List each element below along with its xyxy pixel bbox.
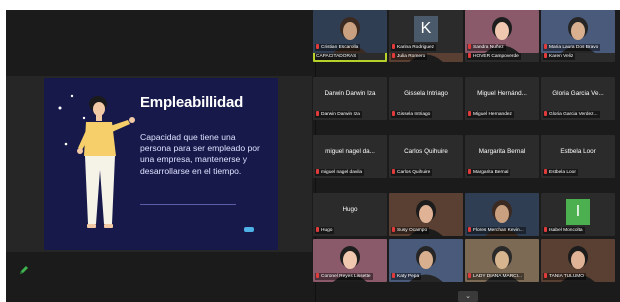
participant-display-name: Margarita Bernal <box>478 148 526 155</box>
participant-tile[interactable]: TANIA TULUMO <box>541 239 615 282</box>
participant-display-name: Gissela Intriago <box>404 90 448 97</box>
muted-mic-icon <box>544 111 547 116</box>
participant-name-label: Maria Laura Dos Bravo <box>543 44 601 51</box>
slide-underline <box>140 204 236 205</box>
more-participants-button[interactable]: ⌄ <box>458 291 478 302</box>
participant-tile[interactable]: Maria Laura Dos Bravo <box>541 10 615 53</box>
muted-mic-icon <box>468 273 471 278</box>
muted-mic-icon <box>544 169 547 174</box>
muted-mic-icon <box>392 111 395 116</box>
slide-title: Empleabillidad <box>140 94 244 111</box>
participant-name-label: Isabel Moncolta <box>543 227 585 234</box>
participant-name-label: Miguel Hernandez <box>467 111 514 118</box>
shared-screen: Empleabillidad Capacidad que tiene una p… <box>6 76 312 252</box>
participant-tile[interactable]: Estbela Loor Estbela Loor <box>541 135 615 178</box>
presentation-slide: Empleabillidad Capacidad que tiene una p… <box>44 78 278 250</box>
participant-tile[interactable]: Susy Ocampo <box>389 193 463 236</box>
participant-name-label: Estbela Loor <box>543 169 578 176</box>
participant-name-label: HOVER Campoverde <box>467 53 521 60</box>
participant-avatar: I <box>566 199 590 225</box>
video-face <box>419 251 433 269</box>
participant-tile[interactable]: Sandra Nuñez <box>465 10 539 53</box>
presenter-illustration-icon <box>58 94 135 228</box>
participant-name-label: Karina Rodriguez <box>391 44 437 51</box>
participant-name-label: LADY DIANA MARCI... <box>467 273 524 280</box>
video-face <box>343 251 357 269</box>
muted-mic-icon <box>468 111 471 116</box>
muted-mic-icon <box>316 227 319 232</box>
participant-name-label: Cristian Escarolla <box>315 44 361 51</box>
participant-display-name: Gloria Garcia Ve... <box>552 90 604 97</box>
muted-mic-icon <box>316 44 319 49</box>
participant-name-label: Katy Pepa <box>391 273 422 280</box>
muted-mic-icon <box>544 273 547 278</box>
video-face <box>571 22 585 40</box>
video-face <box>495 22 509 40</box>
pencil-icon[interactable] <box>18 264 30 276</box>
participant-name-label: Susy Ocampo <box>391 227 430 234</box>
video-face <box>343 22 357 40</box>
video-face <box>571 251 585 269</box>
video-face <box>495 251 509 269</box>
participant-display-name: miguel nagel da... <box>325 148 375 155</box>
participant-name-label: Gloria Garcia Verdez... <box>543 111 600 118</box>
muted-mic-icon <box>544 227 547 232</box>
participant-tile[interactable]: Gloria Garcia Ve... Gloria Garcia Verdez.… <box>541 77 615 120</box>
muted-mic-icon <box>392 53 395 58</box>
muted-mic-icon <box>316 111 319 116</box>
muted-mic-icon <box>316 273 319 278</box>
muted-mic-icon <box>392 273 395 278</box>
participant-tile[interactable]: Coronel Reyes Lissette <box>313 239 387 282</box>
muted-mic-icon <box>468 169 471 174</box>
participant-name-label: Margarita Bernal <box>467 169 511 176</box>
muted-mic-icon <box>392 44 395 49</box>
participant-tile[interactable]: LADY DIANA MARCI... <box>465 239 539 282</box>
muted-mic-icon <box>468 227 471 232</box>
participant-tile[interactable]: Flores Merchan Kevin... <box>465 193 539 236</box>
slide-badge-icon <box>244 227 254 232</box>
muted-mic-icon <box>468 53 471 58</box>
participant-display-name: Hugo <box>342 206 358 213</box>
participant-name-label: Gissela Intriago <box>391 111 433 118</box>
participant-tile[interactable]: Hugo Hugo <box>313 193 387 236</box>
participant-name-label: Sandra Nuñez <box>467 44 506 51</box>
slide-body-text: Capacidad que tiene una persona para ser… <box>140 132 260 176</box>
participant-tile[interactable]: Carlos Quihuire Carlos Quihuire <box>389 135 463 178</box>
video-face <box>495 205 509 223</box>
muted-mic-icon <box>544 53 547 58</box>
participant-display-name: Estbela Loor <box>560 148 596 155</box>
muted-mic-icon <box>392 227 395 232</box>
participant-name-label: Coronel Reyes Lissette <box>315 273 373 280</box>
muted-mic-icon <box>392 169 395 174</box>
participant-tile[interactable]: Miguel Hernánd... Miguel Hernandez <box>465 77 539 120</box>
participant-tile[interactable]: Darwin Darwin Iza Darwin Darwin Iza <box>313 77 387 120</box>
participant-name-label: Carlos Quihuire <box>391 169 433 176</box>
participant-tile[interactable]: miguel nagel da... miguel nagel davila <box>313 135 387 178</box>
participant-tile[interactable]: K Karina Rodriguez <box>389 10 463 53</box>
participant-tile[interactable]: Margarita Bernal Margarita Bernal <box>465 135 539 178</box>
participant-name-label: Hugo <box>315 227 335 234</box>
participant-name-label: Julia Romero <box>391 53 428 60</box>
participant-name-label: Flores Merchan Kevin... <box>467 227 526 234</box>
participant-name-label: TANIA TULUMO <box>543 273 587 280</box>
meeting-window: Empleabillidad Capacidad que tiene una p… <box>6 10 620 302</box>
participant-display-name: Darwin Darwin Iza <box>324 90 376 97</box>
video-face <box>419 205 433 223</box>
muted-mic-icon <box>316 169 319 174</box>
muted-mic-icon <box>544 44 547 49</box>
muted-mic-icon <box>468 44 471 49</box>
participant-tile[interactable]: Katy Pepa <box>389 239 463 282</box>
participant-name-label: Darwin Darwin Iza <box>315 111 362 118</box>
participant-name-label: miguel nagel davila <box>315 169 365 176</box>
participant-name-label: CAPACITADORAS <box>315 54 359 60</box>
participant-avatar: K <box>414 16 438 42</box>
participant-tile[interactable]: Cristian Escarolla <box>313 10 387 53</box>
participant-tile[interactable]: Gissela Intriago Gissela Intriago <box>389 77 463 120</box>
participant-display-name: Miguel Hernánd... <box>477 90 527 97</box>
participant-name-label: Karen Veliz <box>543 53 576 60</box>
participant-display-name: Carlos Quihuire <box>404 148 448 155</box>
participant-tile[interactable]: I Isabel Moncolta <box>541 193 615 236</box>
